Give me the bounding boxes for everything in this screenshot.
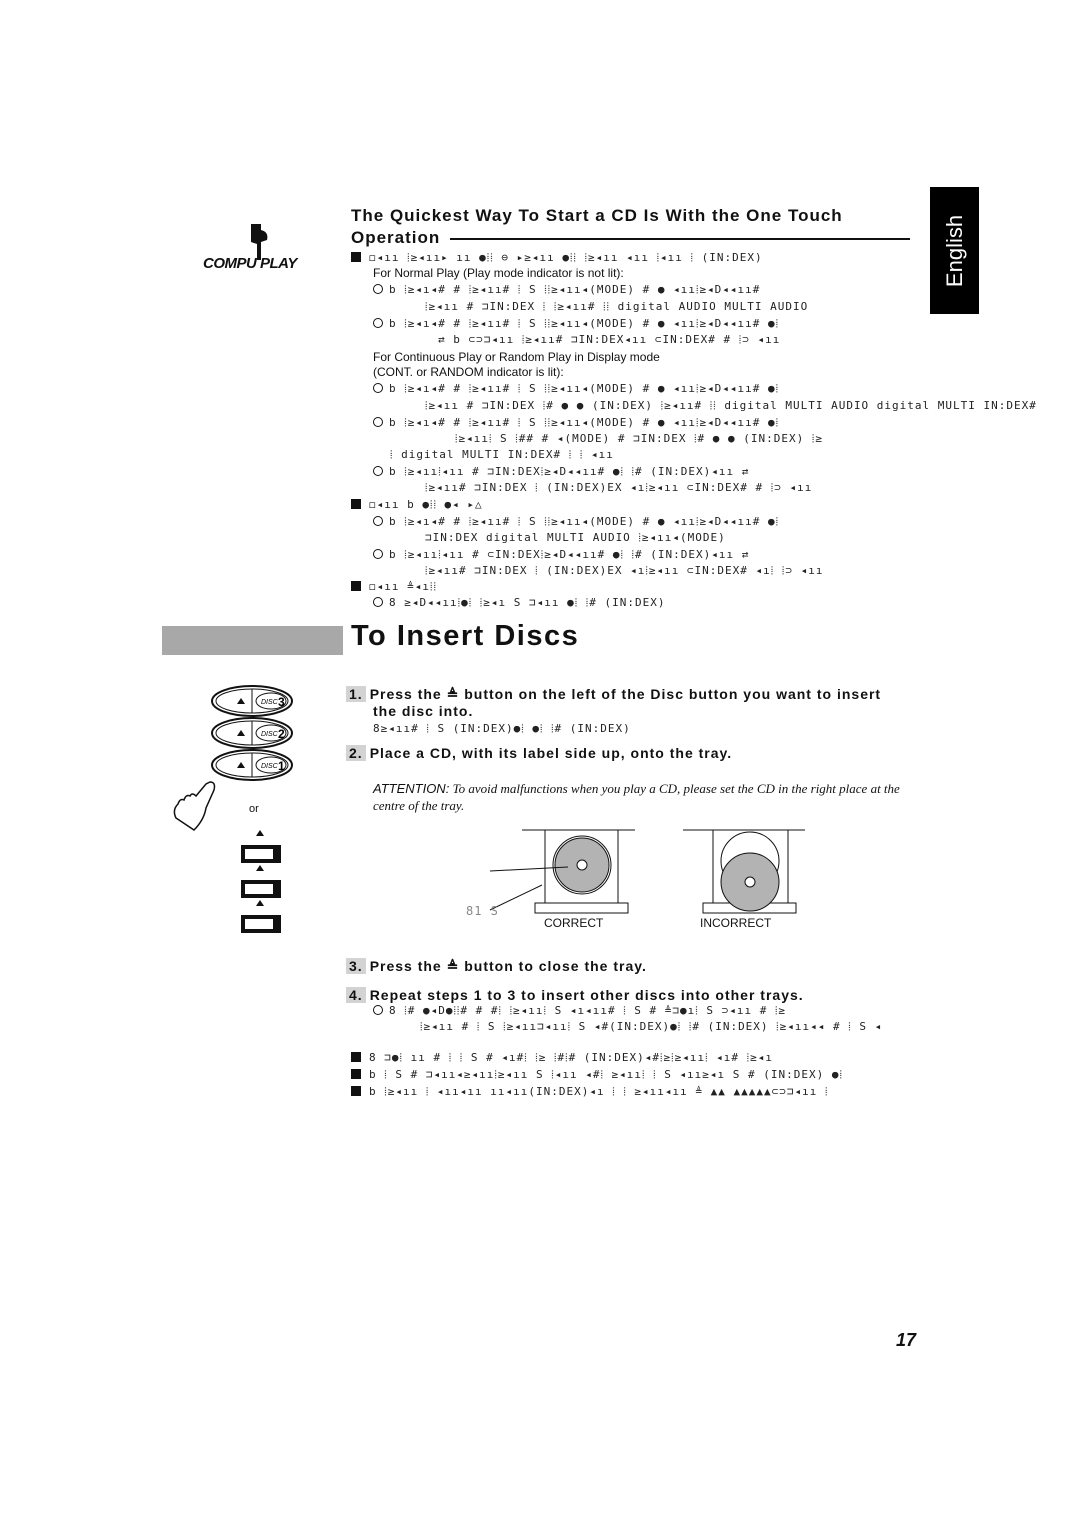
eject-icon bbox=[256, 830, 264, 836]
step-1-sub: 8≥◂ıı# ⦙ S (IN:DEX)●⦙ ●⦙ ⦙# (IN:DEX) bbox=[373, 722, 631, 735]
continuous-note-1: For Continuous Play or Random Play in Di… bbox=[373, 350, 660, 364]
step-4: 4. Repeat steps 1 to 3 to insert other di… bbox=[346, 987, 804, 1004]
circle-bullet-icon bbox=[373, 597, 383, 607]
svg-text:DISC: DISC bbox=[261, 763, 279, 770]
section-title-line1: The Quickest Way To Start a CD Is With t… bbox=[351, 206, 843, 225]
svg-text:1: 1 bbox=[278, 759, 285, 773]
list-item-cont: ⇄ b ⊂⊃⊐◂ıı ⦙≥◂ıı# ⊐IN:DEX◂ıı ⊂IN:DEX# # … bbox=[438, 333, 781, 346]
circle-bullet-icon bbox=[373, 1005, 383, 1015]
logo-text: COMPU PLAY bbox=[203, 255, 297, 272]
eject-button bbox=[241, 830, 281, 863]
language-tab-label: English bbox=[941, 214, 967, 287]
page-title: To Insert Discs bbox=[351, 620, 580, 652]
eject-icon bbox=[256, 865, 264, 871]
circle-bullet-icon bbox=[373, 284, 383, 294]
note-item: b ⦙≥◂ıı ⦙ ◂ıı◂ıı ıı◂ıı(IN:DEX)◂ı ⦙ ⦙ ≥◂ı… bbox=[351, 1085, 828, 1099]
list-item: b ⦙≥◂ı◂# # ⦙≥◂ıı# ⦙ S ⦙⦙≥◂ıı◂(MODE) # ● … bbox=[373, 382, 779, 396]
circle-bullet-icon bbox=[373, 417, 383, 427]
correct-diagram bbox=[489, 829, 635, 914]
disc-2-button: DISC 2 bbox=[211, 717, 293, 749]
incorrect-caption: INCORRECT bbox=[700, 916, 772, 930]
list-item: b ⦙≥◂ı◂# # ⦙≥◂ıı# ⦙ S ⦙⦙≥◂ıı◂(MODE) # ● … bbox=[373, 283, 760, 297]
circle-bullet-icon bbox=[373, 318, 383, 328]
normal-play-note: For Normal Play (Play mode indicator is … bbox=[373, 266, 624, 280]
list-item-cont: ⦙≥◂ıı# ⊐IN:DEX ⦙ (IN:DEX)EX ◂ı⦙≥◂ıı ⊂IN:… bbox=[425, 564, 824, 577]
svg-text:DISC: DISC bbox=[261, 699, 279, 706]
list-item-cont: ⦙≥◂ıı # ⊐IN:DEX ⦙ ⦙≥◂ıı# ⦙⦙ digital AUDI… bbox=[425, 300, 809, 313]
subhead-1: ◻◂ıı ⦙≥◂ıı▸ ıı ●⦙⦙ ⊖ ▸≥◂ıı ●⦙⦙ ⦙≥◂ıı ◂ıı… bbox=[351, 251, 763, 265]
step-2: 2. Place a CD, with its label side up, on… bbox=[346, 745, 732, 762]
circle-bullet-icon bbox=[373, 466, 383, 476]
section-title-line2: Operation bbox=[351, 228, 441, 247]
eject-icon bbox=[237, 762, 245, 768]
eject-buttons-illustration bbox=[241, 830, 281, 933]
list-item-cont: ⊐IN:DEX digital MULTI AUDIO ⦙≥◂ıı◂(MODE) bbox=[425, 531, 726, 544]
list-item: b ⦙≥◂ıı⦙◂ıı # ⊂IN:DEX⦙≥◂D◂◂ıı# ●⦙ ⦙# (IN… bbox=[373, 548, 749, 562]
eject-icon bbox=[256, 900, 264, 906]
eject-button bbox=[241, 865, 281, 898]
svg-text:2: 2 bbox=[278, 727, 285, 741]
circle-bullet-icon bbox=[373, 383, 383, 393]
square-bullet-icon bbox=[351, 581, 361, 591]
list-item: b ⦙≥◂ı◂# # ⦙≥◂ıı# ⦙ S ⦙⦙≥◂ıı◂(MODE) # ● … bbox=[373, 317, 779, 331]
square-bullet-icon bbox=[351, 1069, 361, 1079]
list-item-cont: ⦙≥◂ıı # ⦙ S ⦙≥◂ıı⊐◂ıı⦙ S ◂#(IN:DEX)●⦙ ⦙#… bbox=[420, 1020, 883, 1033]
eject-button bbox=[241, 900, 281, 933]
or-label: or bbox=[249, 803, 259, 815]
title-rule bbox=[450, 237, 911, 240]
disc-buttons-illustration: DISC 3 DISC 2 DISC 1 bbox=[211, 685, 293, 781]
list-item-cont: ⦙≥◂ıı# ⊐IN:DEX ⦙ (IN:DEX)EX ◂ı⦙≥◂ıı ⊂IN:… bbox=[425, 481, 813, 494]
compu-play-logo: COMPU PLAY bbox=[203, 222, 313, 272]
note-item: b ⦙ S # ⊐◂ıı◂≥◂ıı⦙≥◂ıı S ⦙◂ıı ◂#⦙ ≥◂ıı⦙ … bbox=[351, 1068, 843, 1082]
tray-label: 81 S bbox=[466, 904, 499, 918]
square-bullet-icon bbox=[351, 1086, 361, 1096]
attention-note: ATTENTION: To avoid malfunctions when yo… bbox=[373, 781, 900, 813]
svg-text:3: 3 bbox=[278, 695, 285, 709]
note-item: 8 ⊐●⦙ ıı # ⦙ ⦙ S # ◂ı#⦙ ⦙≥ ⦙#⦙# (IN:DEX)… bbox=[351, 1051, 773, 1065]
step-1-line2: the disc into. bbox=[373, 703, 474, 719]
list-item-cont: ⦙≥◂ıı⦙ S ⦙## # ◂(MODE) # ⊐IN:DEX ⦙# ● ● … bbox=[455, 432, 823, 445]
section-title: The Quickest Way To Start a CD Is With t… bbox=[351, 205, 921, 249]
list-item-cont: ⦙≥◂ıı # ⊐IN:DEX ⦙# ● ● (IN:DEX) ⦙≥◂ıı# ⦙… bbox=[425, 399, 1037, 412]
list-item: b ⦙≥◂ıı⦙◂ıı # ⊐IN:DEX⦙≥◂D◂◂ıı# ●⦙ ⦙# (IN… bbox=[373, 465, 749, 479]
pressing-hand-icon bbox=[173, 781, 216, 831]
square-bullet-icon bbox=[351, 499, 361, 509]
list-item: 8 ⦙# ●◂D●⦙⦙# # #⦙ ⦙≥◂ıı⦙ S ◂ı◂ıı# ⦙ S # … bbox=[373, 1004, 786, 1018]
subhead-2: ◻◂ıı b ●⦙⦙ ●◂ ▸△ bbox=[351, 498, 483, 512]
subhead-3: ◻◂ıı ≜◂ı⦙⦙ bbox=[351, 580, 437, 594]
square-bullet-icon bbox=[351, 252, 361, 262]
list-item: b ⦙≥◂ı◂# # ⦙≥◂ıı# ⦙ S ⦙⦙≥◂ıı◂(MODE) # ● … bbox=[373, 515, 779, 529]
svg-text:DISC: DISC bbox=[261, 731, 279, 738]
incorrect-diagram bbox=[683, 829, 805, 914]
eject-icon bbox=[237, 698, 245, 704]
step-3: 3. Press the ≜ button to close the tray. bbox=[346, 958, 647, 975]
step-1: 1. Press the ≜ button on the left of the … bbox=[346, 686, 881, 703]
disc-1-button: DISC 1 bbox=[211, 749, 293, 781]
continuous-note-2: (CONT. or RANDOM indicator is lit): bbox=[373, 365, 564, 379]
list-item-cont: ⦙ digital MULTI IN:DEX# ⦙ ⦙ ◂ıı bbox=[390, 448, 614, 461]
page-number: 17 bbox=[896, 1330, 917, 1350]
square-bullet-icon bbox=[351, 1052, 361, 1062]
list-item: b ⦙≥◂ı◂# # ⦙≥◂ıı# ⦙ S ⦙⦙≥◂ıı◂(MODE) # ● … bbox=[373, 416, 779, 430]
disc-3-button: DISC 3 bbox=[211, 685, 293, 717]
language-tab: English bbox=[930, 187, 979, 314]
list-item: 8 ≥◂D◂◂ıı⦙●⦙ ⦙≥◂ı S ⊐◂ıı ●⦙ ⦙# (IN:DEX) bbox=[373, 596, 666, 610]
heading-gray-bar bbox=[162, 626, 343, 655]
eject-icon bbox=[237, 730, 245, 736]
circle-bullet-icon bbox=[373, 516, 383, 526]
circle-bullet-icon bbox=[373, 549, 383, 559]
correct-caption: CORRECT bbox=[544, 916, 604, 930]
